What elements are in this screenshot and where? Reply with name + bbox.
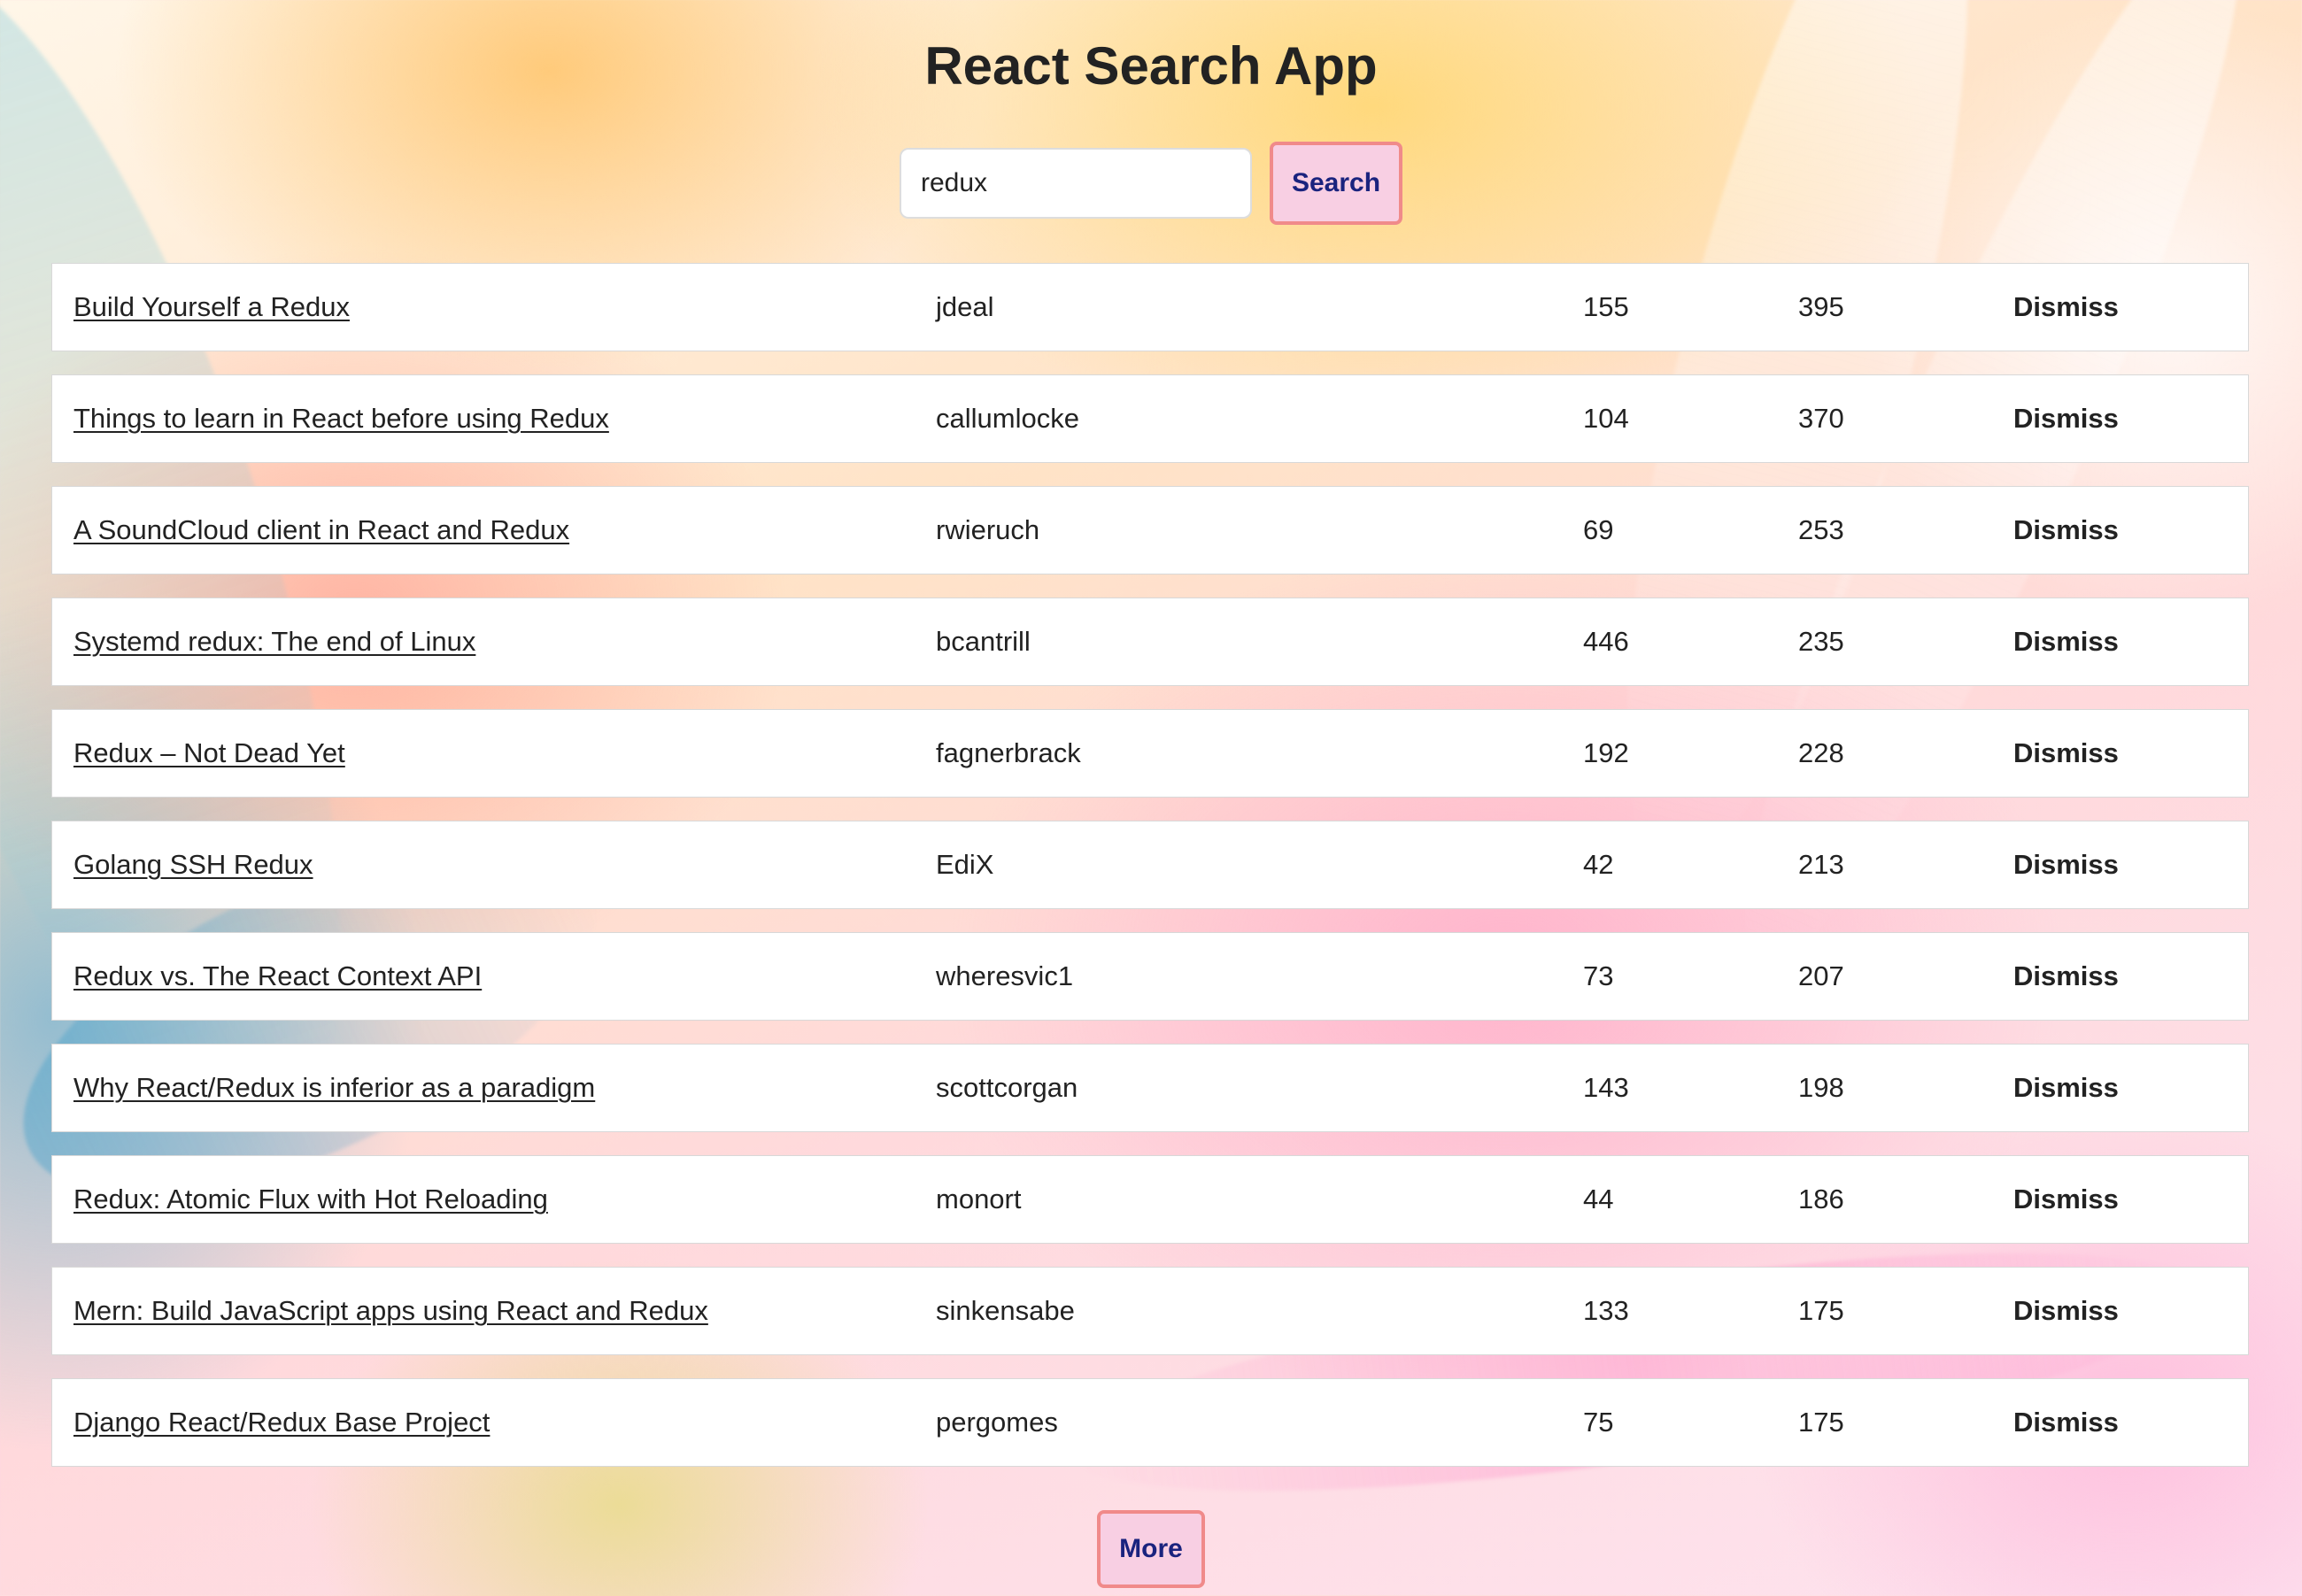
table-row: Build Yourself a Redux jdeal 155 395 Dismiss xyxy=(51,263,2249,351)
comments-cell: 44 xyxy=(1583,1184,1614,1214)
search-form: Search xyxy=(900,142,1402,225)
table-row: Systemd redux: The end of Linux bcantrill… xyxy=(51,598,2249,686)
story-link[interactable]: Redux: Atomic Flux with Hot Reloading xyxy=(73,1184,548,1215)
points-cell: 198 xyxy=(1798,1072,1844,1103)
story-link[interactable]: Things to learn in React before using Re… xyxy=(73,403,609,435)
points-cell: 186 xyxy=(1798,1184,1844,1214)
table-row: Mern: Build JavaScript apps using React … xyxy=(51,1267,2249,1355)
dismiss-cell: Dismiss xyxy=(2013,487,2119,574)
story-link[interactable]: A SoundCloud client in React and Redux xyxy=(73,514,569,546)
dismiss-cell: Dismiss xyxy=(2013,1379,2119,1466)
comments-cell: 446 xyxy=(1583,626,1629,657)
story-link[interactable]: Redux vs. The React Context API xyxy=(73,960,482,992)
dismiss-cell: Dismiss xyxy=(2013,821,2119,908)
results-table: Build Yourself a Redux jdeal 155 395 Dismiss… xyxy=(51,263,2249,1490)
points-cell: 253 xyxy=(1798,514,1844,545)
dismiss-button[interactable]: Dismiss xyxy=(2013,737,2119,769)
title-cell: Golang SSH Redux xyxy=(73,821,313,908)
title-cell: Redux: Atomic Flux with Hot Reloading xyxy=(73,1156,548,1243)
page-title: React Search App xyxy=(924,36,1378,96)
table-row: Golang SSH Redux EdiX 42 213 Dismiss xyxy=(51,821,2249,909)
story-link[interactable]: Django React/Redux Base Project xyxy=(73,1407,490,1438)
table-row: Things to learn in React before using Re… xyxy=(51,374,2249,463)
table-row: Why React/Redux is inferior as a paradig… xyxy=(51,1044,2249,1132)
comments-cell: 75 xyxy=(1583,1407,1614,1438)
table-row: Django React/Redux Base Project pergomes 7… xyxy=(51,1378,2249,1467)
dismiss-button[interactable]: Dismiss xyxy=(2013,514,2119,546)
dismiss-button[interactable]: Dismiss xyxy=(2013,1184,2119,1215)
author-cell: monort xyxy=(936,1184,1022,1214)
comments-cell: 73 xyxy=(1583,960,1614,991)
more-button[interactable]: More xyxy=(1097,1510,1205,1588)
title-cell: Mern: Build JavaScript apps using React … xyxy=(73,1268,708,1354)
table-row: A SoundCloud client in React and Redux rw… xyxy=(51,486,2249,574)
dismiss-cell: Dismiss xyxy=(2013,710,2119,797)
author-cell: sinkensabe xyxy=(936,1295,1075,1326)
story-link[interactable]: Systemd redux: The end of Linux xyxy=(73,626,475,658)
search-input[interactable] xyxy=(900,148,1252,219)
points-cell: 175 xyxy=(1798,1295,1844,1326)
comments-cell: 69 xyxy=(1583,514,1614,545)
points-cell: 207 xyxy=(1798,960,1844,991)
title-cell: Redux – Not Dead Yet xyxy=(73,710,345,797)
search-button[interactable]: Search xyxy=(1270,142,1402,225)
dismiss-cell: Dismiss xyxy=(2013,1045,2119,1131)
dismiss-button[interactable]: Dismiss xyxy=(2013,291,2119,323)
story-link[interactable]: Why React/Redux is inferior as a paradig… xyxy=(73,1072,595,1104)
title-cell: A SoundCloud client in React and Redux xyxy=(73,487,569,574)
points-cell: 175 xyxy=(1798,1407,1844,1438)
dismiss-cell: Dismiss xyxy=(2013,1268,2119,1354)
title-cell: Redux vs. The React Context API xyxy=(73,933,482,1020)
title-cell: Things to learn in React before using Re… xyxy=(73,375,609,462)
table-row: Redux – Not Dead Yet fagnerbrack 192 228 Dis… xyxy=(51,709,2249,798)
dismiss-cell: Dismiss xyxy=(2013,264,2119,351)
author-cell: wheresvic1 xyxy=(936,960,1074,991)
table-row: Redux vs. The React Context API wheresvic… xyxy=(51,932,2249,1021)
author-cell: jdeal xyxy=(936,291,994,322)
author-cell: callumlocke xyxy=(936,403,1079,434)
comments-cell: 133 xyxy=(1583,1295,1629,1326)
comments-cell: 155 xyxy=(1583,291,1629,322)
comments-cell: 104 xyxy=(1583,403,1629,434)
dismiss-cell: Dismiss xyxy=(2013,1156,2119,1243)
story-link[interactable]: Mern: Build JavaScript apps using React … xyxy=(73,1295,708,1327)
author-cell: bcantrill xyxy=(936,626,1031,657)
dismiss-button[interactable]: Dismiss xyxy=(2013,626,2119,658)
title-cell: Django React/Redux Base Project xyxy=(73,1379,490,1466)
author-cell: scottcorgan xyxy=(936,1072,1078,1103)
dismiss-button[interactable]: Dismiss xyxy=(2013,849,2119,881)
comments-cell: 143 xyxy=(1583,1072,1629,1103)
story-link[interactable]: Redux – Not Dead Yet xyxy=(73,737,345,769)
points-cell: 235 xyxy=(1798,626,1844,657)
points-cell: 228 xyxy=(1798,737,1844,768)
story-link[interactable]: Golang SSH Redux xyxy=(73,849,313,881)
points-cell: 395 xyxy=(1798,291,1844,322)
author-cell: rwieruch xyxy=(936,514,1040,545)
author-cell: pergomes xyxy=(936,1407,1058,1438)
dismiss-cell: Dismiss xyxy=(2013,933,2119,1020)
title-cell: Build Yourself a Redux xyxy=(73,264,350,351)
dismiss-button[interactable]: Dismiss xyxy=(2013,1295,2119,1327)
story-link[interactable]: Build Yourself a Redux xyxy=(73,291,350,323)
comments-cell: 42 xyxy=(1583,849,1614,880)
title-cell: Systemd redux: The end of Linux xyxy=(73,598,475,685)
dismiss-button[interactable]: Dismiss xyxy=(2013,403,2119,435)
comments-cell: 192 xyxy=(1583,737,1629,768)
points-cell: 370 xyxy=(1798,403,1844,434)
author-cell: EdiX xyxy=(936,849,994,880)
title-cell: Why React/Redux is inferior as a paradig… xyxy=(73,1045,595,1131)
table-row: Redux: Atomic Flux with Hot Reloading mon… xyxy=(51,1155,2249,1244)
points-cell: 213 xyxy=(1798,849,1844,880)
author-cell: fagnerbrack xyxy=(936,737,1081,768)
dismiss-button[interactable]: Dismiss xyxy=(2013,1072,2119,1104)
dismiss-cell: Dismiss xyxy=(2013,598,2119,685)
dismiss-cell: Dismiss xyxy=(2013,375,2119,462)
dismiss-button[interactable]: Dismiss xyxy=(2013,960,2119,992)
dismiss-button[interactable]: Dismiss xyxy=(2013,1407,2119,1438)
